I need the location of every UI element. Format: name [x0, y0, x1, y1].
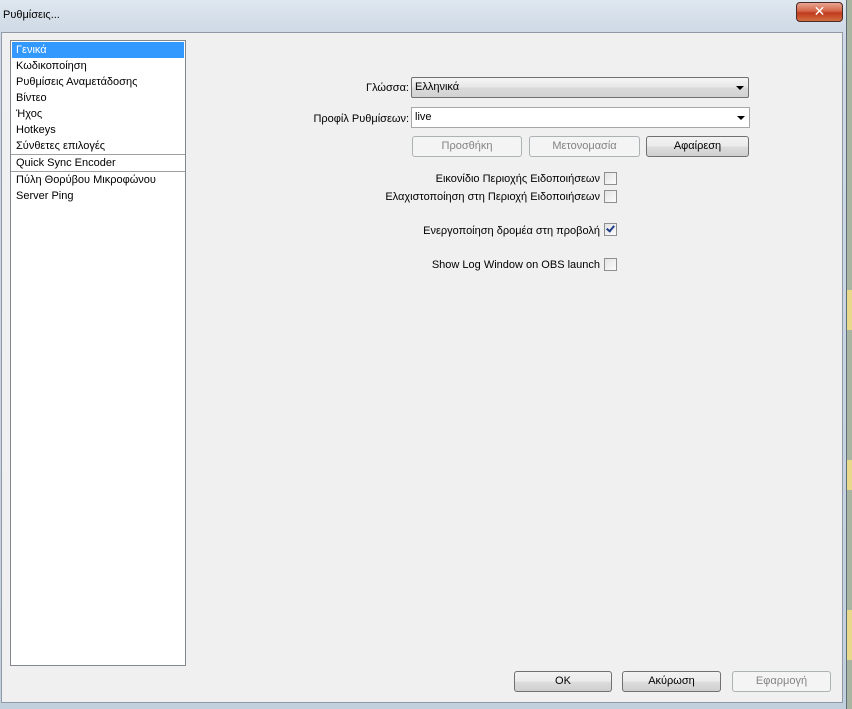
sidebar-item-video[interactable]: Βίντεο — [11, 90, 185, 106]
sidebar-item-audio[interactable]: Ήχος — [11, 106, 185, 122]
sidebar-item-microphone-noise-gate[interactable]: Πύλη Θορύβου Μικροφώνου — [11, 172, 185, 188]
rename-profile-button[interactable]: Μετονομασία — [529, 136, 640, 157]
sidebar-item-server-ping[interactable]: Server Ping — [11, 188, 185, 204]
language-select[interactable]: Ελληνικά — [411, 77, 749, 98]
show-log-window-checkbox[interactable] — [604, 258, 617, 271]
enable-cursor-label: Ενεργοποίηση δρομέα στη προβολή — [423, 225, 600, 237]
cancel-button[interactable]: Ακύρωση — [622, 671, 721, 692]
settings-client-area: Γενικά Κωδικοποίηση Ρυθμίσεις Αναμετάδοσ… — [1, 32, 843, 703]
tray-icon-label: Εικονίδιο Περιοχής Ειδοποιήσεων — [435, 173, 600, 185]
profile-select-value: live — [415, 111, 432, 123]
enable-cursor-checkbox[interactable] — [604, 223, 617, 236]
close-button[interactable]: ✕ — [796, 2, 843, 22]
chevron-down-icon — [736, 86, 744, 90]
title-bar[interactable]: Ρυθμίσεις... ✕ — [0, 0, 847, 32]
profile-label: Προφίλ Ρυθμίσεων: — [313, 113, 409, 125]
settings-window: Ρυθμίσεις... ✕ Γενικά Κωδικοποίηση Ρυθμί… — [0, 0, 847, 709]
sidebar-item-broadcast-settings[interactable]: Ρυθμίσεις Αναμετάδοσης — [11, 74, 185, 90]
language-select-value: Ελληνικά — [415, 81, 460, 93]
ok-button[interactable]: OK — [514, 671, 612, 692]
apply-button[interactable]: Εφαρμογή — [732, 671, 831, 692]
minimize-to-tray-label: Ελαχιστοποίηση στη Περιοχή Ειδοποιήσεων — [385, 191, 600, 203]
language-label: Γλώσσα: — [366, 82, 409, 94]
show-log-window-label: Show Log Window on OBS launch — [431, 259, 600, 271]
minimize-to-tray-checkbox[interactable] — [604, 190, 617, 203]
chevron-down-icon — [737, 116, 745, 120]
sidebar-item-general[interactable]: Γενικά — [12, 42, 184, 58]
remove-profile-button[interactable]: Αφαίρεση — [646, 136, 749, 157]
sidebar-item-advanced[interactable]: Σύνθετες επιλογές — [11, 138, 185, 154]
window-title: Ρυθμίσεις... — [3, 9, 60, 21]
tray-icon-checkbox[interactable] — [604, 172, 617, 185]
settings-category-list[interactable]: Γενικά Κωδικοποίηση Ρυθμίσεις Αναμετάδοσ… — [10, 40, 186, 666]
close-icon: ✕ — [813, 4, 826, 20]
sidebar-item-encoding[interactable]: Κωδικοποίηση — [11, 58, 185, 74]
sidebar-item-quick-sync-encoder[interactable]: Quick Sync Encoder — [11, 155, 185, 171]
profile-select[interactable]: live — [411, 107, 750, 128]
sidebar-item-hotkeys[interactable]: Hotkeys — [11, 122, 185, 138]
checkmark-icon — [606, 223, 615, 233]
add-profile-button[interactable]: Προσθήκη — [412, 136, 522, 157]
